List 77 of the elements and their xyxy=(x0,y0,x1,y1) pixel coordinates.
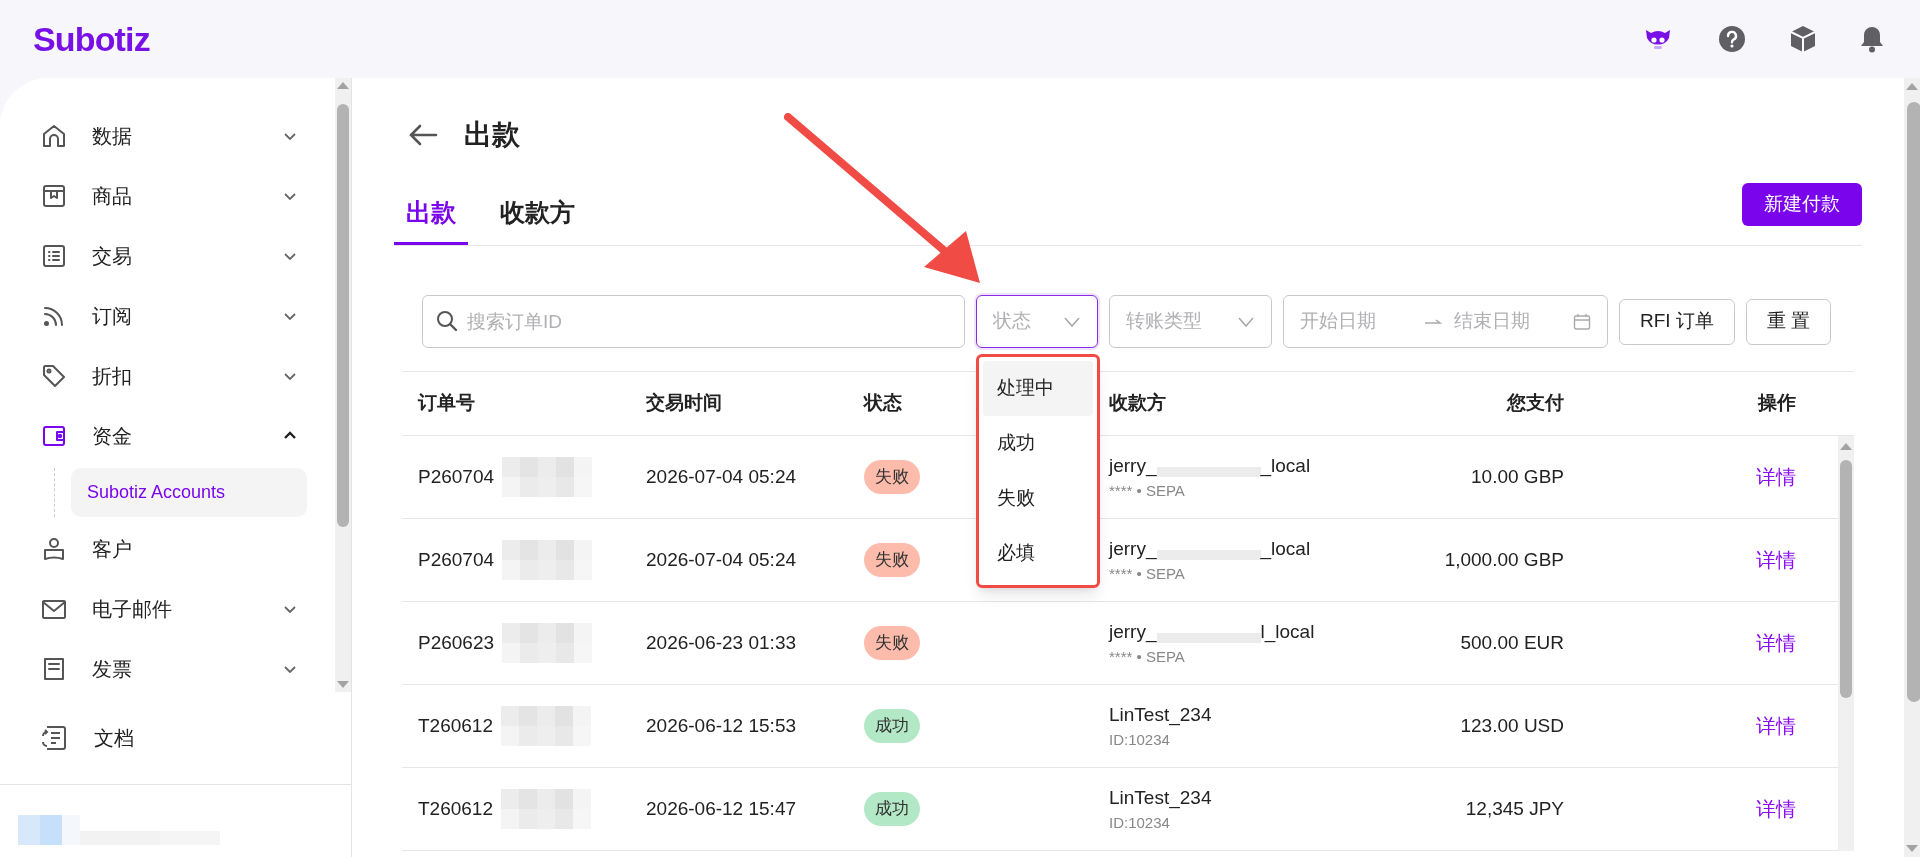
table-cell-text: T260612 xyxy=(418,796,493,821)
page-title: 出款 xyxy=(464,118,520,152)
status-badge: 失败 xyxy=(864,626,920,660)
payee-detail: ID:10234 xyxy=(1109,813,1171,833)
rfi-orders-button[interactable]: RFI 订单 xyxy=(1619,298,1735,345)
search-icon xyxy=(436,310,458,332)
sidebar-item[interactable]: 订阅 xyxy=(92,301,257,331)
details-link[interactable]: 详情 xyxy=(1756,714,1796,737)
payee-name: _local xyxy=(1260,453,1311,479)
sidebar-item[interactable]: 电子邮件 xyxy=(92,594,257,624)
sidebar-item[interactable]: 折扣 xyxy=(92,361,257,391)
sidebar-item[interactable]: 商品 xyxy=(92,181,257,211)
column-header: 交易时间 xyxy=(646,391,723,416)
table-cell: 2026-07-04 05:24 xyxy=(646,465,796,487)
help-icon[interactable] xyxy=(1718,25,1746,53)
column-header: 订单号 xyxy=(416,391,476,416)
payee-name: jerry_ xyxy=(1109,536,1157,562)
payee-name: LinTest_234 xyxy=(1109,702,1212,728)
table-cell: 2026-06-12 15:53 xyxy=(646,714,796,736)
document-icon xyxy=(40,724,68,752)
search-field[interactable]: 搜索订单ID xyxy=(422,295,965,348)
table-cell: 2026-06-23 01:33 xyxy=(646,631,796,653)
status-badge: 失败 xyxy=(864,543,920,577)
table-cell-text: T260612 xyxy=(418,713,493,738)
dropdown-option[interactable]: 必填 xyxy=(983,526,1093,581)
reset-button[interactable]: 重 置 xyxy=(1745,298,1832,345)
details-link[interactable]: 详情 xyxy=(1756,465,1796,488)
logo[interactable]: Subotiz xyxy=(33,13,150,65)
details-link[interactable]: 详情 xyxy=(1756,797,1796,820)
column-header: 状态 xyxy=(864,391,903,416)
dropdown-option[interactable]: 失败 xyxy=(983,471,1093,526)
table-cell: 123.00 USD xyxy=(1460,714,1564,736)
payee-name: LinTest_234 xyxy=(1109,785,1212,811)
new-payment-button[interactable]: 新建付款 xyxy=(1742,183,1862,226)
sidebar-item[interactable]: 数据 xyxy=(92,121,257,151)
details-link[interactable]: 详情 xyxy=(1756,548,1796,571)
payee-detail: **** • SEPA xyxy=(1109,564,1186,584)
column-header: 收款方 xyxy=(1109,391,1167,416)
notification-bell-icon[interactable] xyxy=(1860,25,1884,53)
payee-detail: **** • SEPA xyxy=(1109,647,1186,667)
tab[interactable]: 收款方 xyxy=(488,183,587,245)
column-header: 操作 xyxy=(1756,391,1797,416)
table-cell: 1,000.00 GBP xyxy=(1444,548,1564,570)
column-header: 您支付 xyxy=(1505,391,1564,416)
calendar-icon xyxy=(1573,312,1591,331)
dropdown-option[interactable]: 处理中 xyxy=(983,361,1093,416)
sidebar-item[interactable]: 资金 xyxy=(92,421,257,451)
payee-detail: **** • SEPA xyxy=(1109,481,1186,501)
status-badge: 成功 xyxy=(864,792,920,826)
payee-name: _local xyxy=(1260,536,1311,562)
status-badge: 失败 xyxy=(864,460,920,494)
sidebar-subitem[interactable]: Subotiz Accounts xyxy=(71,468,307,517)
sidebar-item[interactable]: 文档 xyxy=(94,723,134,753)
payee-detail: ID:10234 xyxy=(1109,730,1171,750)
table-cell-text: P260704 xyxy=(418,464,495,489)
table-cell: 2026-06-12 15:47 xyxy=(646,797,796,819)
chevron-down-icon xyxy=(1063,315,1081,328)
tab[interactable]: 出款 xyxy=(394,183,468,245)
chevron-down-icon xyxy=(1237,315,1255,328)
table-cell: 10.00 GBP xyxy=(1471,465,1564,487)
table-cell: 2026-07-04 05:24 xyxy=(646,548,796,570)
table-cell-text: P260704 xyxy=(418,547,495,572)
table-cell: 500.00 EUR xyxy=(1460,631,1564,653)
payee-name: jerry_ xyxy=(1109,619,1157,645)
cube-icon[interactable] xyxy=(1790,25,1816,53)
back-arrow-icon[interactable] xyxy=(408,124,438,146)
payee-name: l_local xyxy=(1260,619,1315,645)
dropdown-option[interactable]: 成功 xyxy=(983,416,1093,471)
sidebar-item[interactable]: 交易 xyxy=(92,241,257,271)
sidebar-item[interactable]: 发票 xyxy=(92,654,257,684)
sidebar-item[interactable]: 客户 xyxy=(92,534,299,564)
details-link[interactable]: 详情 xyxy=(1756,631,1796,654)
table-cell: 12,345 JPY xyxy=(1465,797,1564,819)
table-cell-text: P260623 xyxy=(418,630,495,655)
payee-name: jerry_ xyxy=(1109,453,1157,479)
scrollbar[interactable] xyxy=(1838,436,1854,851)
status-badge: 成功 xyxy=(864,709,920,743)
